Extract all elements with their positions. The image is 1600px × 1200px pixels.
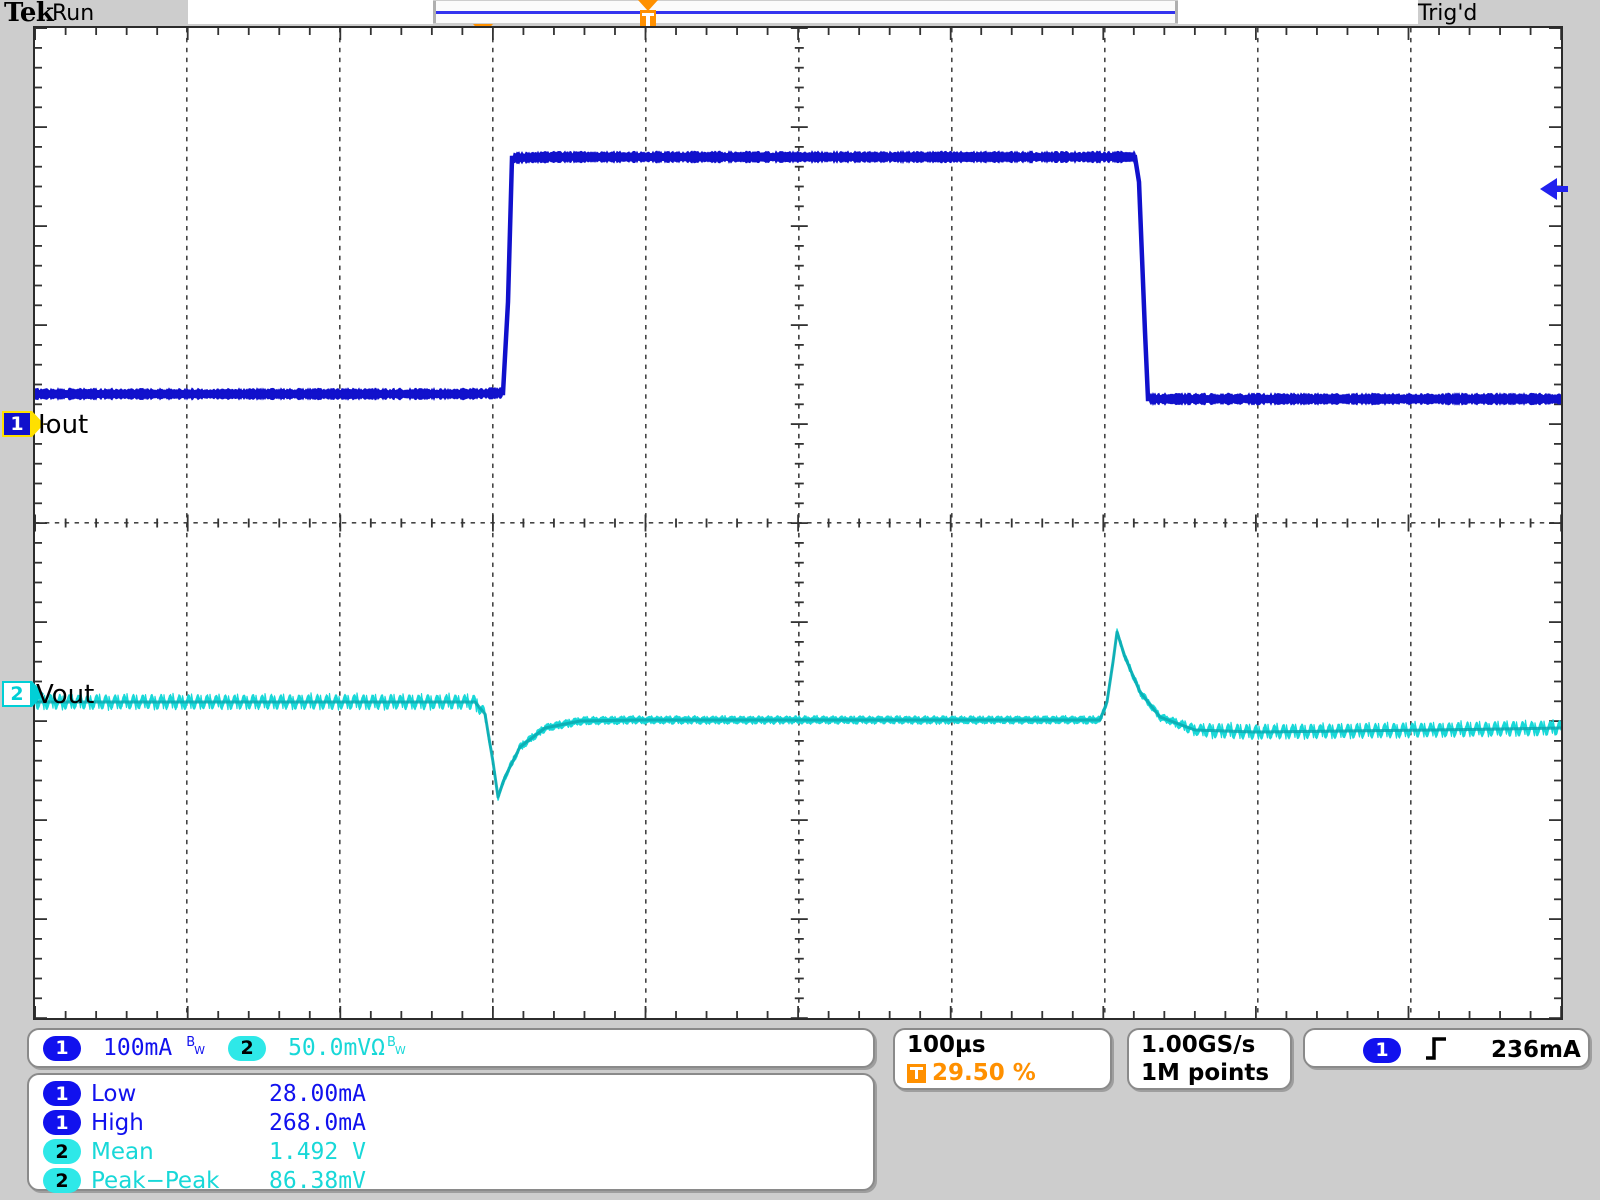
measurements-panel[interactable]: 1 Low 28.00mA 1 High 268.0mA 2 Mean 1.49…: [27, 1073, 875, 1191]
tek-logo: Tek: [4, 0, 53, 28]
record-length[interactable]: 1M points: [1141, 1060, 1269, 1086]
trigger-level-arrow-icon[interactable]: [1540, 178, 1557, 200]
trigger-level-value[interactable]: 236mA: [1491, 1037, 1581, 1063]
channel-2-bandwidth-icon: BW: [387, 1035, 407, 1053]
trigger-source-badge[interactable]: 1: [1363, 1038, 1401, 1063]
trigger-status-text: Trig'd: [1418, 1, 1477, 26]
trigger-position-icon: [907, 1064, 926, 1083]
trace-vout: [35, 629, 1561, 801]
acquisition-panel[interactable]: 1.00GS/s 1M points: [1127, 1028, 1292, 1090]
measurement-name: High: [91, 1110, 269, 1136]
measurement-name: Low: [91, 1081, 269, 1107]
acquisition-run-state[interactable]: Run: [52, 1, 94, 26]
trigger-level-arrow-tail-icon: [1556, 186, 1568, 192]
measurement-name: Mean: [91, 1139, 269, 1165]
measurement-row[interactable]: 2 Peak−Peak 86.38mV: [43, 1166, 366, 1195]
measurement-channel-badge: 2: [43, 1139, 81, 1164]
channel-settings-panel[interactable]: 1 100mA BW 2 50.0mVΩ BW: [27, 1028, 875, 1068]
channel-1-scale[interactable]: 100mA: [103, 1035, 172, 1061]
measurement-value: 28.00mA: [269, 1081, 366, 1107]
channel-1-badge[interactable]: 1: [43, 1036, 81, 1061]
record-overview-trace: [436, 11, 1175, 14]
trigger-panel[interactable]: 1 236mA: [1303, 1028, 1590, 1068]
trace-iout: [35, 151, 1561, 405]
header-gap-right: [1178, 0, 1418, 24]
top-status-bar: Tek Run Trig'd: [0, 0, 1600, 26]
measurement-row[interactable]: 2 Mean 1.492 V: [43, 1137, 366, 1166]
waveform-traces: [35, 28, 1561, 1018]
channel-1-reference-marker[interactable]: 1: [2, 411, 32, 437]
measurement-row[interactable]: 1 High 268.0mA: [43, 1108, 366, 1137]
measurement-value: 86.38mV: [269, 1168, 366, 1194]
channel-1-trace-label: Iout: [38, 410, 88, 440]
measurement-value: 1.492 V: [269, 1139, 366, 1165]
waveform-graticule[interactable]: [33, 26, 1563, 1020]
timebase-scale[interactable]: 100µs: [907, 1032, 986, 1058]
measurement-name: Peak−Peak: [91, 1168, 269, 1194]
channel-2-reference-marker[interactable]: 2: [2, 681, 32, 707]
measurement-channel-badge: 1: [43, 1110, 81, 1135]
channel-2-scale[interactable]: 50.0mVΩ: [288, 1035, 385, 1061]
channel-1-bandwidth-icon: BW: [186, 1035, 206, 1053]
rising-edge-icon[interactable]: [1425, 1035, 1447, 1065]
measurement-value: 268.0mA: [269, 1110, 366, 1136]
channel-2-badge[interactable]: 2: [228, 1036, 266, 1061]
measurement-channel-badge: 1: [43, 1081, 81, 1106]
timebase-panel[interactable]: 100µs 29.50 %: [893, 1028, 1112, 1090]
sample-rate[interactable]: 1.00GS/s: [1141, 1032, 1255, 1058]
measurement-channel-badge: 2: [43, 1168, 81, 1193]
trigger-position-value[interactable]: 29.50 %: [932, 1060, 1036, 1086]
channel-2-trace-label: Vout: [36, 680, 94, 710]
header-gap-left: [188, 0, 433, 24]
measurement-row[interactable]: 1 Low 28.00mA: [43, 1079, 366, 1108]
